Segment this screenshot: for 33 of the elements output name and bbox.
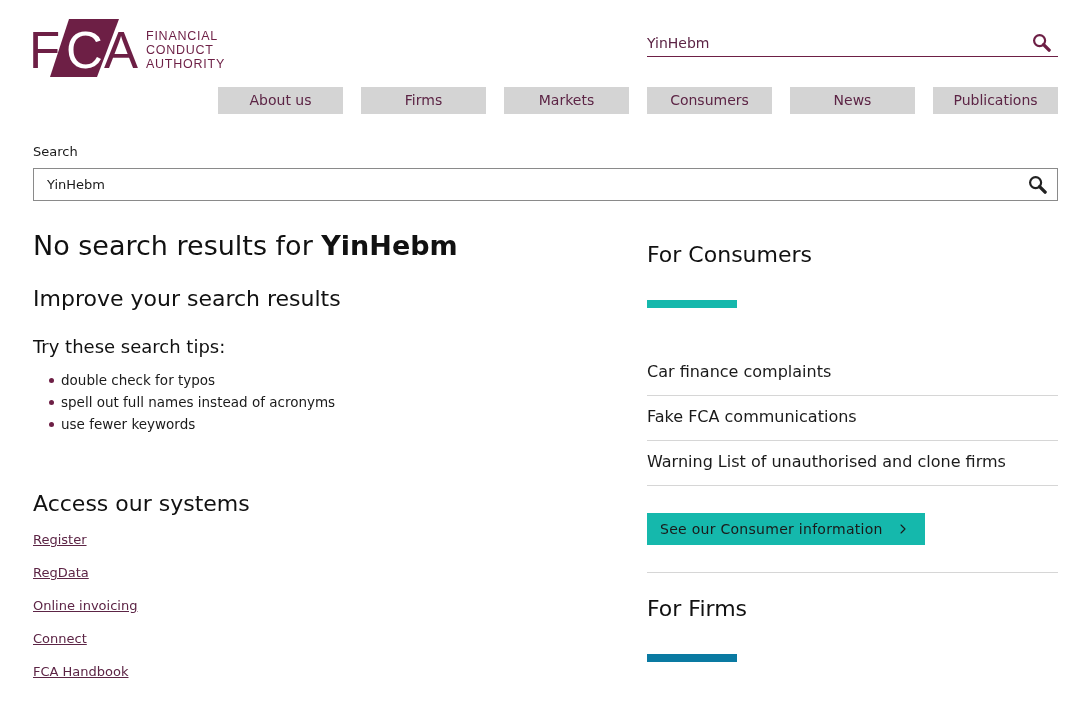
system-link[interactable]: FCA Handbook: [33, 662, 129, 682]
results-heading: No search results for YinHebm: [33, 229, 458, 263]
nav-tab[interactable]: About us: [218, 87, 343, 114]
search-tip: use fewer keywords: [61, 415, 196, 434]
nav-tab[interactable]: Markets: [504, 87, 629, 114]
search-label: Search: [33, 143, 78, 160]
search-tip: spell out full names instead of acronyms: [61, 393, 336, 412]
bullet-icon: [49, 399, 54, 405]
search-icon[interactable]: [1032, 33, 1051, 52]
section-heading: For Consumers: [647, 241, 812, 269]
consumer-link[interactable]: Fake FCA communications: [647, 407, 857, 427]
bullet-icon: [49, 377, 54, 383]
system-link[interactable]: Online invoicing: [33, 596, 138, 616]
consumer-link[interactable]: Car finance complaints: [647, 362, 832, 382]
nav-tab[interactable]: Consumers: [647, 87, 772, 114]
improve-heading: Improve your search results: [33, 285, 341, 313]
systems-heading: Access our systems: [33, 490, 250, 518]
system-link[interactable]: Register: [33, 530, 87, 550]
consumer-link[interactable]: Warning List of unauthorised and clone firms: [647, 452, 1006, 472]
search-tip: double check for typos: [61, 371, 216, 390]
bullet-icon: [49, 421, 54, 427]
search-icon[interactable]: [1028, 175, 1047, 194]
logo-wordmark: FINANCIAL CONDUCT AUTHORITY: [146, 29, 225, 71]
system-link[interactable]: Connect: [33, 629, 87, 649]
system-link[interactable]: RegData: [33, 563, 89, 583]
tips-heading: Try these search tips:: [33, 335, 226, 359]
search-field[interactable]: YinHebm: [33, 168, 1058, 201]
section-heading: For Firms: [647, 595, 748, 623]
nav-tab[interactable]: Publications: [933, 87, 1058, 114]
header-search-field[interactable]: YinHebm: [647, 30, 1058, 57]
nav-tab[interactable]: News: [790, 87, 915, 114]
consumer-info-button[interactable]: See our Consumer information: [647, 513, 925, 545]
nav-tab[interactable]: Firms: [361, 87, 486, 114]
